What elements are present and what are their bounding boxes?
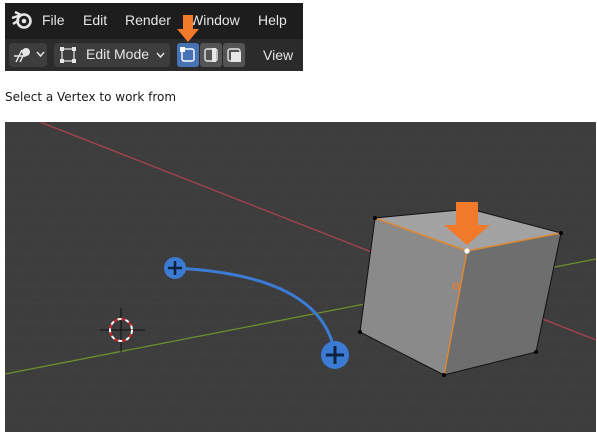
view3d-icon bbox=[14, 48, 30, 63]
chevron-down-icon bbox=[156, 52, 165, 59]
end-plus-icon bbox=[321, 341, 349, 369]
pointer-arrow-icon bbox=[177, 15, 199, 42]
menu-bar: File Edit Render Window Help bbox=[5, 3, 303, 37]
selected-vertex[interactable] bbox=[464, 248, 470, 254]
vertex-select-button[interactable] bbox=[177, 43, 199, 67]
viewport-scene bbox=[4, 121, 597, 432]
menu-edit[interactable]: Edit bbox=[83, 12, 107, 28]
blender-logo-icon bbox=[11, 10, 32, 29]
menu-render[interactable]: Render bbox=[125, 12, 171, 28]
blender-header: File Edit Render Window Help Edit Mode V… bbox=[5, 3, 303, 71]
edit-mode-icon bbox=[60, 47, 76, 63]
mode-dropdown[interactable]: Edit Mode bbox=[54, 43, 170, 67]
edge-select-icon bbox=[204, 48, 218, 62]
vertex-select-icon bbox=[180, 47, 195, 62]
edit-toolbar: Edit Mode View bbox=[5, 39, 303, 71]
instruction-text: Select a Vertex to work from bbox=[5, 90, 177, 104]
menu-file[interactable]: File bbox=[42, 12, 65, 28]
mode-label: Edit Mode bbox=[86, 46, 150, 62]
edge-select-button[interactable] bbox=[200, 43, 222, 67]
face-select-button[interactable] bbox=[223, 43, 245, 67]
menu-help[interactable]: Help bbox=[258, 12, 287, 28]
start-plus-icon bbox=[164, 257, 186, 279]
face-select-icon bbox=[227, 48, 241, 62]
3d-viewport[interactable] bbox=[4, 121, 597, 432]
view-menu[interactable]: View bbox=[263, 47, 293, 63]
chevron-down-icon bbox=[36, 51, 45, 58]
editor-type-button[interactable] bbox=[9, 43, 47, 67]
